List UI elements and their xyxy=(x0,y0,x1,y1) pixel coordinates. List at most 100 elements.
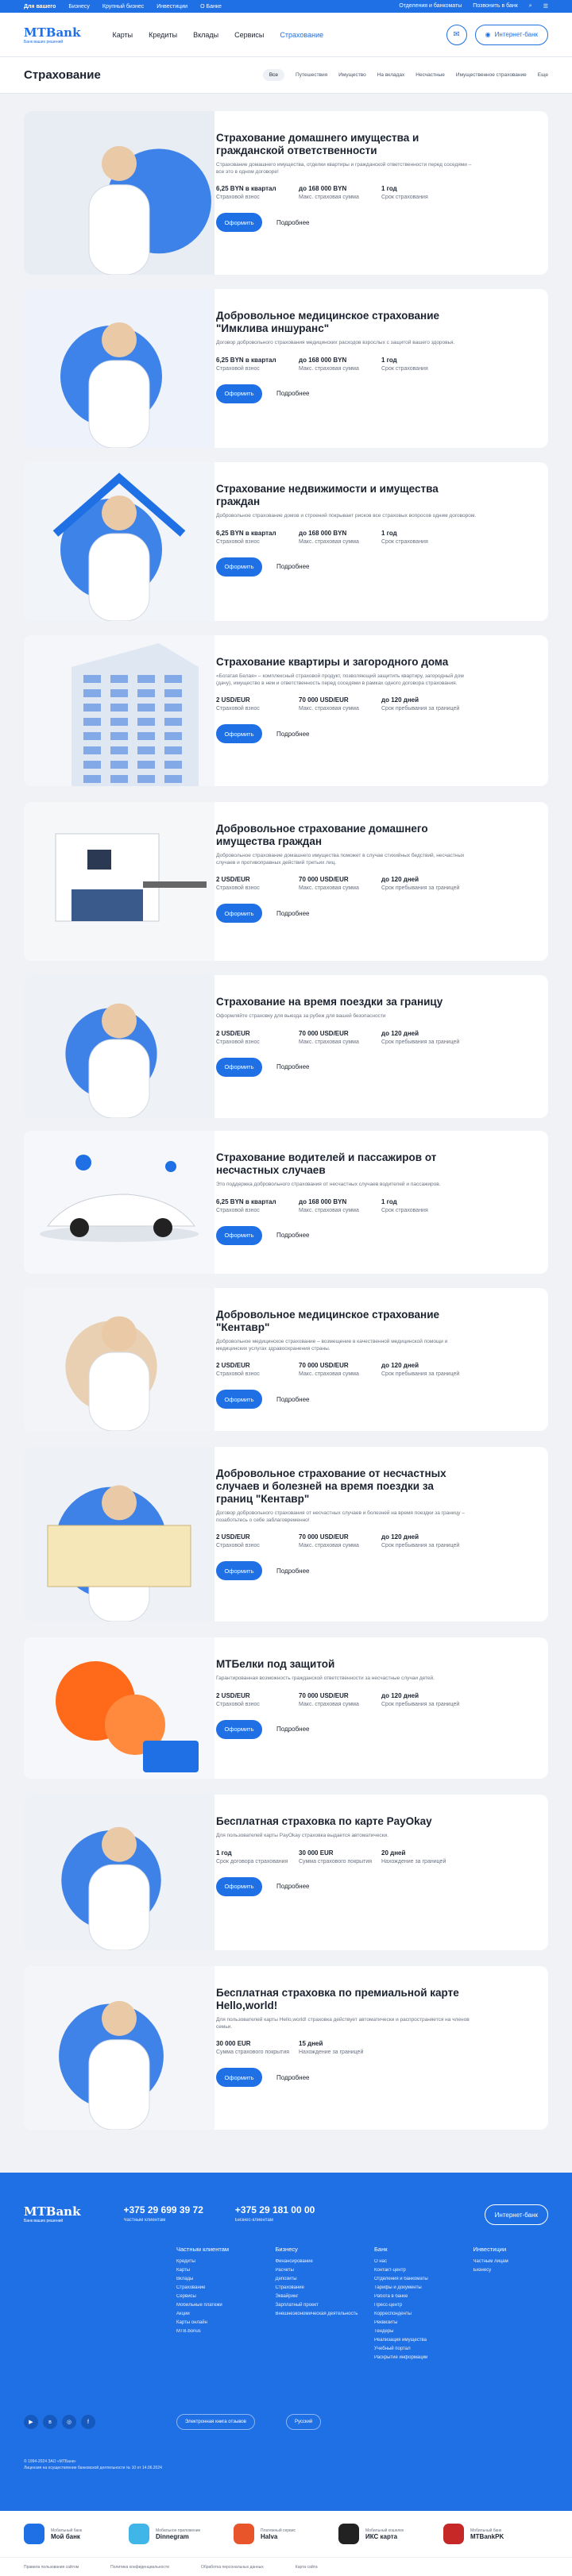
insurance-card[interactable]: Добровольное медицинское страхование "Им… xyxy=(24,289,548,448)
app-link[interactable]: Платежный сервисHalva xyxy=(234,2524,338,2544)
vk-icon[interactable]: в xyxy=(43,2415,57,2429)
nav-cards[interactable]: Карты xyxy=(112,31,133,39)
filter-tab-more[interactable]: Еще xyxy=(538,72,548,78)
order-button[interactable]: Оформить xyxy=(216,1226,262,1245)
footer-link[interactable]: Отделения и банкоматы xyxy=(374,2277,473,2281)
order-button[interactable]: Оформить xyxy=(216,1720,262,1739)
order-button[interactable]: Оформить xyxy=(216,1058,262,1077)
card-title[interactable]: Добровольное медицинское страхование "Ке… xyxy=(216,1309,470,1334)
order-button[interactable]: Оформить xyxy=(216,1561,262,1580)
app-link[interactable]: Мобильное приложениеDinnegram xyxy=(129,2524,234,2544)
order-button[interactable]: Оформить xyxy=(216,2068,262,2087)
footer-internet-bank-button[interactable]: Интернет-банк xyxy=(485,2204,548,2225)
footer-column-title[interactable]: Бизнесу xyxy=(276,2246,375,2253)
card-title[interactable]: Страхование домашнего имущества и гражда… xyxy=(216,132,470,157)
details-link[interactable]: Подробнее xyxy=(276,1396,310,1403)
footer-link[interactable]: Зарплатный проект xyxy=(276,2303,375,2308)
footer-link[interactable]: Акции xyxy=(176,2312,276,2316)
footer-link[interactable]: Вклады xyxy=(176,2277,276,2281)
insurance-card[interactable]: Страхование недвижимости и имущества гра… xyxy=(24,462,548,621)
nav-deposits[interactable]: Вклады xyxy=(193,31,218,39)
card-title[interactable]: Страхование недвижимости и имущества гра… xyxy=(216,483,470,508)
card-title[interactable]: Добровольное страхование домашнего имуще… xyxy=(216,823,470,848)
order-button[interactable]: Оформить xyxy=(216,904,262,923)
insurance-card[interactable]: Бесплатная страховка по карте PayOkay Дл… xyxy=(24,1795,548,1950)
nav-services[interactable]: Сервисы xyxy=(234,31,264,39)
card-title[interactable]: Добровольное страхование от несчастных с… xyxy=(216,1467,470,1506)
footer-link[interactable]: Кредиты xyxy=(176,2259,276,2264)
topbar-item[interactable]: Крупный бизнес xyxy=(102,4,144,10)
insurance-card[interactable]: Бесплатная страховка по премиальной карт… xyxy=(24,1966,548,2130)
language-select[interactable]: Русский xyxy=(286,2414,321,2430)
filter-tab[interactable]: На вкладах xyxy=(377,72,405,78)
order-button[interactable]: Оформить xyxy=(216,384,262,403)
details-link[interactable]: Подробнее xyxy=(276,1883,310,1890)
insurance-card[interactable]: Страхование на время поездки за границу … xyxy=(24,975,548,1118)
footer-link[interactable]: Корреспонденты xyxy=(374,2312,473,2316)
footer-link[interactable]: Работа в банке xyxy=(374,2294,473,2299)
details-link[interactable]: Подробнее xyxy=(276,731,310,738)
internet-bank-button[interactable]: ◉Интернет-банк xyxy=(475,25,548,45)
branches-link[interactable]: Отделения и банкоматы xyxy=(399,3,462,10)
footer-link[interactable]: Страхование xyxy=(276,2285,375,2290)
footer-link[interactable]: Тендеры xyxy=(374,2329,473,2334)
filter-tab[interactable]: Все xyxy=(263,69,284,81)
order-button[interactable]: Оформить xyxy=(216,213,262,232)
insurance-card[interactable]: Страхование водителей и пассажиров от не… xyxy=(24,1131,548,1274)
details-link[interactable]: Подробнее xyxy=(276,2074,310,2081)
footer-link[interactable]: Страхование xyxy=(176,2285,276,2290)
nav-insurance[interactable]: Страхование xyxy=(280,31,323,39)
footer-column-title[interactable]: Частным клиентам xyxy=(176,2246,276,2253)
phone-business[interactable]: +375 29 181 00 00 Бизнес-клиентам xyxy=(235,2204,315,2223)
footer-link[interactable]: Финансирование xyxy=(276,2259,375,2264)
details-link[interactable]: Подробнее xyxy=(276,1726,310,1733)
footer-link[interactable]: Реализация имущества xyxy=(374,2338,473,2343)
details-link[interactable]: Подробнее xyxy=(276,910,310,917)
topbar-item[interactable]: Для вашего xyxy=(24,4,56,10)
insurance-card[interactable]: Добровольное страхование домашнего имуще… xyxy=(24,802,548,961)
card-title[interactable]: Бесплатная страховка по карте PayOkay xyxy=(216,1815,470,1828)
card-title[interactable]: Страхование на время поездки за границу xyxy=(216,996,470,1008)
footer-link[interactable]: О нас xyxy=(374,2259,473,2264)
footer-column-title[interactable]: Банк xyxy=(374,2246,473,2253)
topbar-item[interactable]: О Банке xyxy=(200,4,222,10)
footer-link[interactable]: Тарифы и документы xyxy=(374,2285,473,2290)
details-link[interactable]: Подробнее xyxy=(276,1063,310,1070)
details-link[interactable]: Подробнее xyxy=(276,1232,310,1239)
chat-icon[interactable]: ✉ xyxy=(446,25,467,45)
bottom-link[interactable]: Политика конфиденциальности xyxy=(110,2565,169,2570)
footer-logo[interactable]: MTBank Банк ваших решений xyxy=(24,2204,80,2223)
order-button[interactable]: Оформить xyxy=(216,1877,262,1896)
bottom-link[interactable]: Обработка персональных данных xyxy=(201,2565,264,2570)
bottom-link[interactable]: Правила пользования сайтом xyxy=(24,2565,79,2570)
details-link[interactable]: Подробнее xyxy=(276,390,310,397)
app-link[interactable]: Мобильный кошелекИКС карта xyxy=(338,2524,443,2544)
insurance-card[interactable]: Добровольное медицинское страхование "Ке… xyxy=(24,1288,548,1431)
phone-private[interactable]: +375 29 699 39 72 Частным клиентам xyxy=(123,2204,203,2223)
logo[interactable]: MTBank Банк ваших решений xyxy=(24,25,80,44)
insurance-card[interactable]: МТБелки под защитой Гарантированная возм… xyxy=(24,1637,548,1779)
filter-tab[interactable]: Имущественное страхование xyxy=(456,72,527,78)
footer-link[interactable]: Частным лицам xyxy=(473,2259,572,2264)
insurance-card[interactable]: Страхование квартиры и загородного дома … xyxy=(24,635,548,786)
filter-tab[interactable]: Имущество xyxy=(338,72,366,78)
footer-link[interactable]: Расчеты xyxy=(276,2268,375,2273)
order-button[interactable]: Оформить xyxy=(216,1390,262,1409)
footer-link[interactable]: Карты онлайн xyxy=(176,2320,276,2325)
reviews-book-button[interactable]: Электронная книга отзывов xyxy=(176,2414,255,2430)
details-link[interactable]: Подробнее xyxy=(276,1568,310,1575)
app-link[interactable]: Мобильный банкМой банк xyxy=(24,2524,129,2544)
card-title[interactable]: Страхование квартиры и загородного дома xyxy=(216,656,470,669)
footer-column-title[interactable]: Инвестиции xyxy=(473,2246,572,2253)
card-title[interactable]: Бесплатная страховка по премиальной карт… xyxy=(216,1987,470,2012)
topbar-item[interactable]: Инвестиции xyxy=(157,4,187,10)
search-icon[interactable]: ⌕ xyxy=(529,3,532,10)
instagram-icon[interactable]: ◎ xyxy=(62,2415,76,2429)
footer-link[interactable]: Внешнеэкономическая деятельность xyxy=(276,2312,375,2316)
topbar-item[interactable]: Бизнесу xyxy=(68,4,89,10)
details-link[interactable]: Подробнее xyxy=(276,563,310,570)
filter-tab[interactable]: Путешествия xyxy=(296,72,327,78)
footer-link[interactable]: Сервисы xyxy=(176,2294,276,2299)
bottom-link[interactable]: Карта сайта xyxy=(296,2565,318,2570)
footer-link[interactable]: Пресс-центр xyxy=(374,2303,473,2308)
